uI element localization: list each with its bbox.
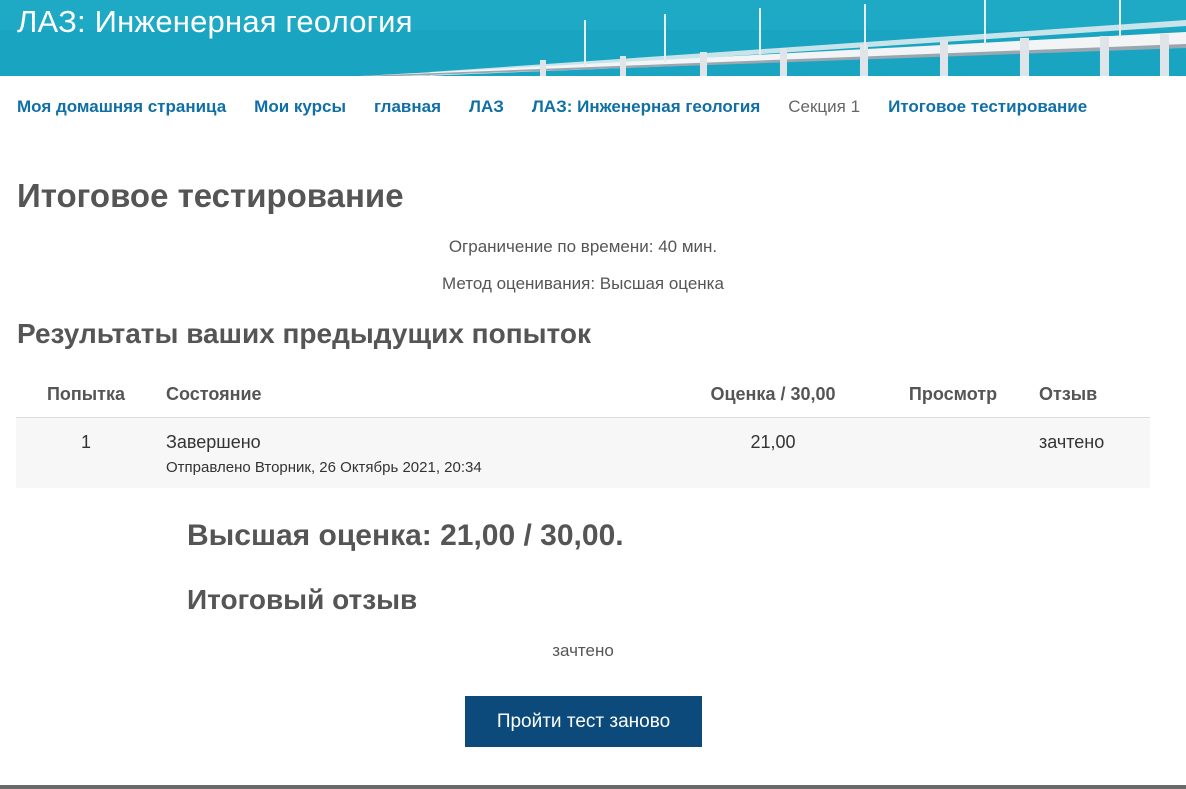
- retry-quiz-button[interactable]: Пройти тест заново: [465, 696, 702, 747]
- column-header-review: Просмотр: [908, 384, 998, 404]
- attempt-grade: 21,00: [750, 432, 796, 452]
- breadcrumb-item-section: Секция 1: [788, 97, 861, 116]
- column-header-grade: Оценка / 30,00: [710, 384, 836, 404]
- breadcrumb-item-course[interactable]: ЛАЗ: Инженерная геология: [532, 97, 760, 117]
- site-banner: ЛАЗ: Инженерная геология: [0, 0, 1186, 76]
- table-row: 1 Завершено Отправлено Вторник, 26 Октяб…: [16, 418, 1150, 488]
- breadcrumb-item-main[interactable]: главная: [374, 97, 441, 117]
- best-grade: Высшая оценка: 21,00 / 30,00.: [187, 519, 624, 552]
- time-limit-info: Ограничение по времени: 40 мин.: [448, 237, 718, 256]
- site-title[interactable]: ЛАЗ: Инженерная геология: [17, 4, 413, 40]
- attempt-number: 1: [80, 432, 91, 452]
- attempt-state: Завершено: [166, 432, 261, 452]
- footer-divider: [0, 785, 1186, 789]
- breadcrumb: Моя домашняя страница Мои курсы главная …: [17, 96, 1087, 118]
- grading-method-info: Метод оценивания: Высшая оценка: [442, 274, 724, 293]
- page-title: Итоговое тестирование: [17, 177, 404, 214]
- final-feedback-text: зачтено: [552, 641, 614, 660]
- column-header-attempt: Попытка: [46, 384, 125, 404]
- breadcrumb-item-laz[interactable]: ЛАЗ: [469, 97, 504, 117]
- table-header-row: Попытка Состояние Оценка / 30,00 Просмот…: [16, 370, 1150, 418]
- attempt-feedback: зачтено: [1039, 432, 1105, 452]
- breadcrumb-item-quiz[interactable]: Итоговое тестирование: [888, 97, 1087, 117]
- attempt-submitted-date: Отправлено Вторник, 26 Октябрь 2021, 20:…: [166, 459, 482, 476]
- results-heading: Результаты ваших предыдущих попыток: [17, 318, 591, 349]
- column-header-state: Состояние: [166, 384, 262, 404]
- breadcrumb-item-my-courses[interactable]: Мои курсы: [254, 97, 346, 117]
- attempts-table: Попытка Состояние Оценка / 30,00 Просмот…: [16, 370, 1150, 488]
- column-header-feedback: Отзыв: [1039, 384, 1098, 404]
- breadcrumb-item-home[interactable]: Моя домашняя страница: [17, 97, 226, 117]
- final-feedback-heading: Итоговый отзыв: [187, 584, 418, 615]
